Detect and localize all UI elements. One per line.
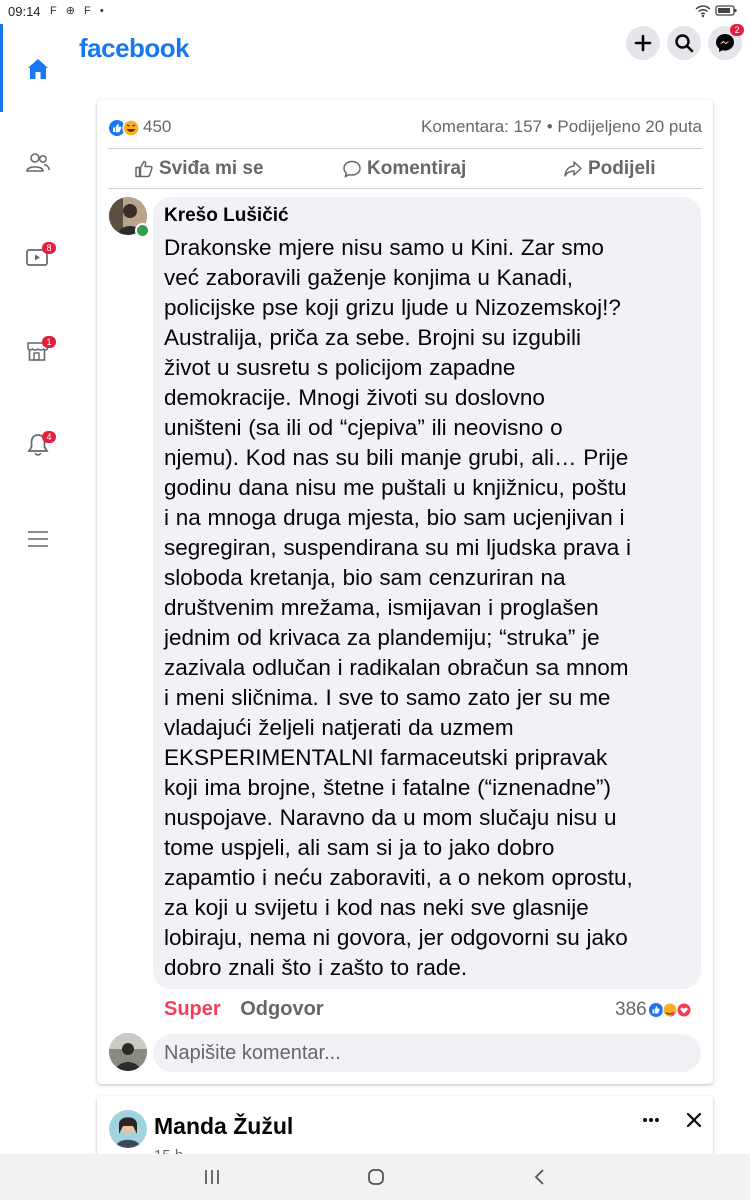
next-post-avatar[interactable] <box>109 1110 147 1148</box>
post-stats: 450 Komentara: 157 • Podijeljeno 20 puta <box>108 117 702 139</box>
comment-line: segregiran, suspendirana su mi ljudska p… <box>164 535 631 560</box>
sidebar-item-watch[interactable]: 8 <box>20 239 56 275</box>
comment-line: i na mnoga druga mjesta, bio sam ucjenji… <box>164 505 625 530</box>
like-button[interactable]: Sviđa mi se <box>134 157 264 181</box>
actions-divider <box>108 188 702 189</box>
stats-divider <box>108 148 702 149</box>
comment-line: život u susretu s policijom zapadne <box>164 355 516 380</box>
thumbs-up-icon <box>135 160 153 178</box>
comment-reactions[interactable]: 386 <box>615 999 694 1021</box>
next-post-author-photo <box>109 1110 147 1148</box>
next-post-author[interactable]: Manda Žužul <box>154 1113 293 1140</box>
recent-apps-button[interactable] <box>197 1165 227 1189</box>
sidebar: 8 1 4 <box>0 24 76 1154</box>
comment-share-stats[interactable]: Komentara: 157 • Podijeljeno 20 puta <box>421 117 702 137</box>
comment-line: demokracije. Mnogi životi su doslovno <box>164 385 545 410</box>
status-bar: 09:14 F ⊕ F • <box>0 0 750 24</box>
close-icon <box>686 1112 702 1128</box>
sidebar-item-menu[interactable] <box>20 521 56 557</box>
messenger-button[interactable]: 2 <box>708 24 744 60</box>
super-reaction-button[interactable]: Super <box>164 998 221 1020</box>
home-icon <box>28 59 48 79</box>
menu-icon <box>28 531 48 547</box>
comment-line: za koji u svijetu i kod nas neki sve gla… <box>164 895 589 920</box>
comment-line: njemu). Kod nas su bili manje grubi, ali… <box>164 445 629 470</box>
comment-label: Komentiraj <box>367 158 467 179</box>
comment-line: Australija, priča za sebe. Brojni su izg… <box>164 325 581 350</box>
comment-line: lobiraju, nema ni govora, jer odgovorni … <box>164 925 628 950</box>
share-button[interactable]: Podijeli <box>563 157 656 181</box>
online-status-dot <box>135 223 150 238</box>
like-care-love-reaction-icons <box>648 1002 692 1018</box>
comment-line: nuspojave. Naravno da u mom slučaju nisu… <box>164 805 617 830</box>
comment-line: vladajući željeli natjerati da uzmem <box>164 715 514 740</box>
comment-reaction-count: 386 <box>615 999 647 1020</box>
back-chevron-icon <box>534 1169 544 1185</box>
more-icon <box>643 1118 659 1122</box>
comment-actions: Super Odgovor <box>164 998 324 1021</box>
home-circle-icon <box>368 1169 384 1185</box>
comment-line: zapamtio i neću zaboraviti, a o nekom op… <box>164 865 633 890</box>
recents-icon <box>205 1170 219 1184</box>
comment-input[interactable]: Napišite komentar... <box>153 1034 701 1072</box>
plus-icon <box>634 34 652 52</box>
system-navigation-bar <box>0 1154 750 1200</box>
status-notification-icons: F ⊕ F • <box>50 5 107 17</box>
facebook-logo[interactable]: facebook <box>79 33 190 64</box>
comment-line: sloboda kretanja, bio sam cenzuriran na <box>164 565 566 590</box>
current-user-photo <box>109 1033 147 1071</box>
notifications-badge: 4 <box>42 431 56 443</box>
sidebar-item-home[interactable] <box>20 51 56 87</box>
share-icon <box>564 161 582 177</box>
create-button[interactable] <box>626 26 660 60</box>
like-label: Sviđa mi se <box>159 158 264 179</box>
comment-icon <box>343 160 361 178</box>
sidebar-item-marketplace[interactable]: 1 <box>20 333 56 369</box>
search-icon <box>675 34 694 53</box>
comment-line: dobro znali što i zašto to rade. <box>164 955 468 980</box>
status-time: 09:14 <box>8 4 41 19</box>
messenger-badge: 2 <box>730 24 744 36</box>
comment-line: uništeni (sa ili od “cjepiva” ili neovis… <box>164 415 563 440</box>
comment-line: i meni sličnima. I sve to samo zato jer … <box>164 685 611 710</box>
reaction-icons[interactable] <box>108 118 142 143</box>
comment-line: zazivala odlučan i radikalan obračun sa … <box>164 655 629 680</box>
comment-line: koji ima brojne, štetne i fatalne (“izne… <box>164 775 611 800</box>
sidebar-item-friends[interactable] <box>20 145 56 181</box>
comment-line: već zaboravili gaženje konjima u Kanadi, <box>164 265 573 290</box>
comment-author[interactable]: Krešo Lušičić <box>164 205 289 227</box>
comment-text: Drakonske mjere nisu samo u Kini. Zar sm… <box>164 233 696 983</box>
watch-badge: 8 <box>42 242 56 254</box>
current-user-avatar[interactable] <box>109 1033 147 1071</box>
home-system-button[interactable] <box>361 1165 391 1189</box>
marketplace-badge: 1 <box>42 336 56 348</box>
comment-line: policijske pse koji grizu ljude u Nizoze… <box>164 295 621 320</box>
comment-line: tome uspjeli, ali sam si ja to jako dobr… <box>164 835 555 860</box>
reaction-count[interactable]: 450 <box>143 117 171 137</box>
friends-icon <box>26 153 50 172</box>
comment-line: EKSPERIMENTALNI farmaceutski pripravak <box>164 745 608 770</box>
wifi-battery-icon <box>695 5 737 18</box>
sidebar-item-notifications[interactable]: 4 <box>20 427 56 463</box>
share-label: Podijeli <box>588 158 656 179</box>
comment-line: društvenim mrežama, ismijavan i proglaše… <box>164 595 599 620</box>
reply-button[interactable]: Odgovor <box>240 998 323 1020</box>
search-button[interactable] <box>667 26 701 60</box>
comment-button[interactable]: Komentiraj <box>342 157 466 181</box>
status-right-icons <box>694 3 738 22</box>
more-options-button[interactable] <box>640 1109 662 1131</box>
comment-line: jednim od krivaca za plandemiju; “struka… <box>164 625 600 650</box>
comment-line: Drakonske mjere nisu samo u Kini. Zar sm… <box>164 235 604 260</box>
close-post-button[interactable] <box>682 1108 706 1132</box>
comment-line: godinu dana nisu me puštali u knjižnicu,… <box>164 475 627 500</box>
like-haha-reaction-icon <box>109 119 140 137</box>
back-button[interactable] <box>525 1165 555 1189</box>
